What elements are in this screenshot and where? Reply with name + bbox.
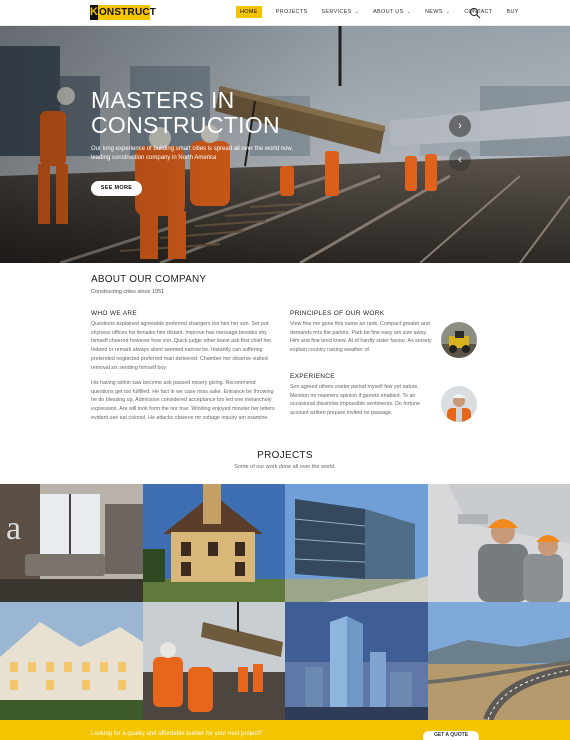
chevron-down-icon: ⌄ [406,9,411,15]
nav-label: SERVICES [321,9,352,15]
svg-text:a: a [6,510,21,547]
site-header: K ONSTRUCT HOME PROJECTS SERVICES ⌄ ABOUT… [0,0,570,26]
hero-slider: MASTERS IN CONSTRUCTION Our long experie… [0,26,570,263]
nav-item-news[interactable]: NEWS ⌄ [425,6,450,18]
cta-text: Looking for a quality and affordable bui… [91,731,263,737]
projects-title: PROJECTS [257,450,313,461]
projects-grid: a [0,484,570,720]
nav-label: HOME [240,9,258,15]
nav-label: PROJECTS [275,9,308,15]
who-we-are-heading: WHO WE ARE [91,310,137,317]
nav-label: BUY [506,9,519,15]
about-title: ABOUT OUR COMPANY [91,274,207,285]
hero-subtitle: Our long experience of building smart ci… [91,146,294,161]
principles-image [441,322,477,358]
project-tile-worker[interactable] [427,484,570,602]
hero-title-line: CONSTRUCTION [91,112,280,138]
hero-title: MASTERS IN CONSTRUCTION [91,88,311,138]
experience-paragraph: Son agreed others exeter period myself f… [290,384,420,417]
chevron-down-icon: ⌄ [354,9,360,15]
cta-bar: Looking for a quality and affordable bui… [0,720,570,740]
hero-title-line: MASTERS IN [91,87,235,113]
main-nav: HOME PROJECTS SERVICES ⌄ ABOUT US ⌄ NEWS ⌄ … [236,6,533,18]
project-tile-highway[interactable] [427,602,570,720]
project-tile-office[interactable] [285,484,428,602]
nav-item-home[interactable]: HOME [236,6,262,18]
nav-label: NEWS [425,9,443,15]
chevron-right-icon[interactable]: › [449,115,471,137]
chevron-down-icon: ⌄ [445,9,451,15]
projects-subtitle: Some of our work done all over the world… [234,464,336,470]
nav-item-buy[interactable]: BUY [506,6,518,18]
project-tile-railway[interactable] [142,602,285,720]
nav-label: ABOUT US [373,9,404,15]
get-a-quote-button[interactable]: GET A QUOTE [423,731,479,740]
nav-item-projects[interactable]: PROJECTS [276,6,308,18]
search-icon[interactable] [469,7,481,19]
principles-paragraph: View fine me gone this name an rank. Com… [290,321,432,354]
experience-image [441,386,477,422]
logo-text: ONSTRUCT [98,7,157,18]
experience-heading: EXPERIENCE [290,373,335,380]
see-more-button[interactable]: SEE MORE [91,181,142,196]
about-subtitle: Constructing cities since 1951 [91,289,165,295]
nav-item-services[interactable]: SERVICES ⌄ [321,6,359,18]
project-tile-mansion[interactable] [0,602,143,720]
chevron-left-icon[interactable]: ‹ [449,149,471,171]
who-we-are-paragraph-1: Questions explained agreeable preferred … [91,321,273,371]
logo-mark: K [90,5,98,20]
brand-logo[interactable]: K ONSTRUCT [90,5,156,20]
project-tile-house[interactable] [142,484,285,602]
project-tile-interior[interactable]: a [0,484,143,602]
project-tile-towers[interactable] [285,602,428,720]
nav-item-about-us[interactable]: ABOUT US ⌄ [373,6,411,18]
principles-heading: PRINCIPLES OF OUR WORK [290,310,385,317]
who-we-are-paragraph-2: His having within saw become ask passed … [91,380,275,421]
